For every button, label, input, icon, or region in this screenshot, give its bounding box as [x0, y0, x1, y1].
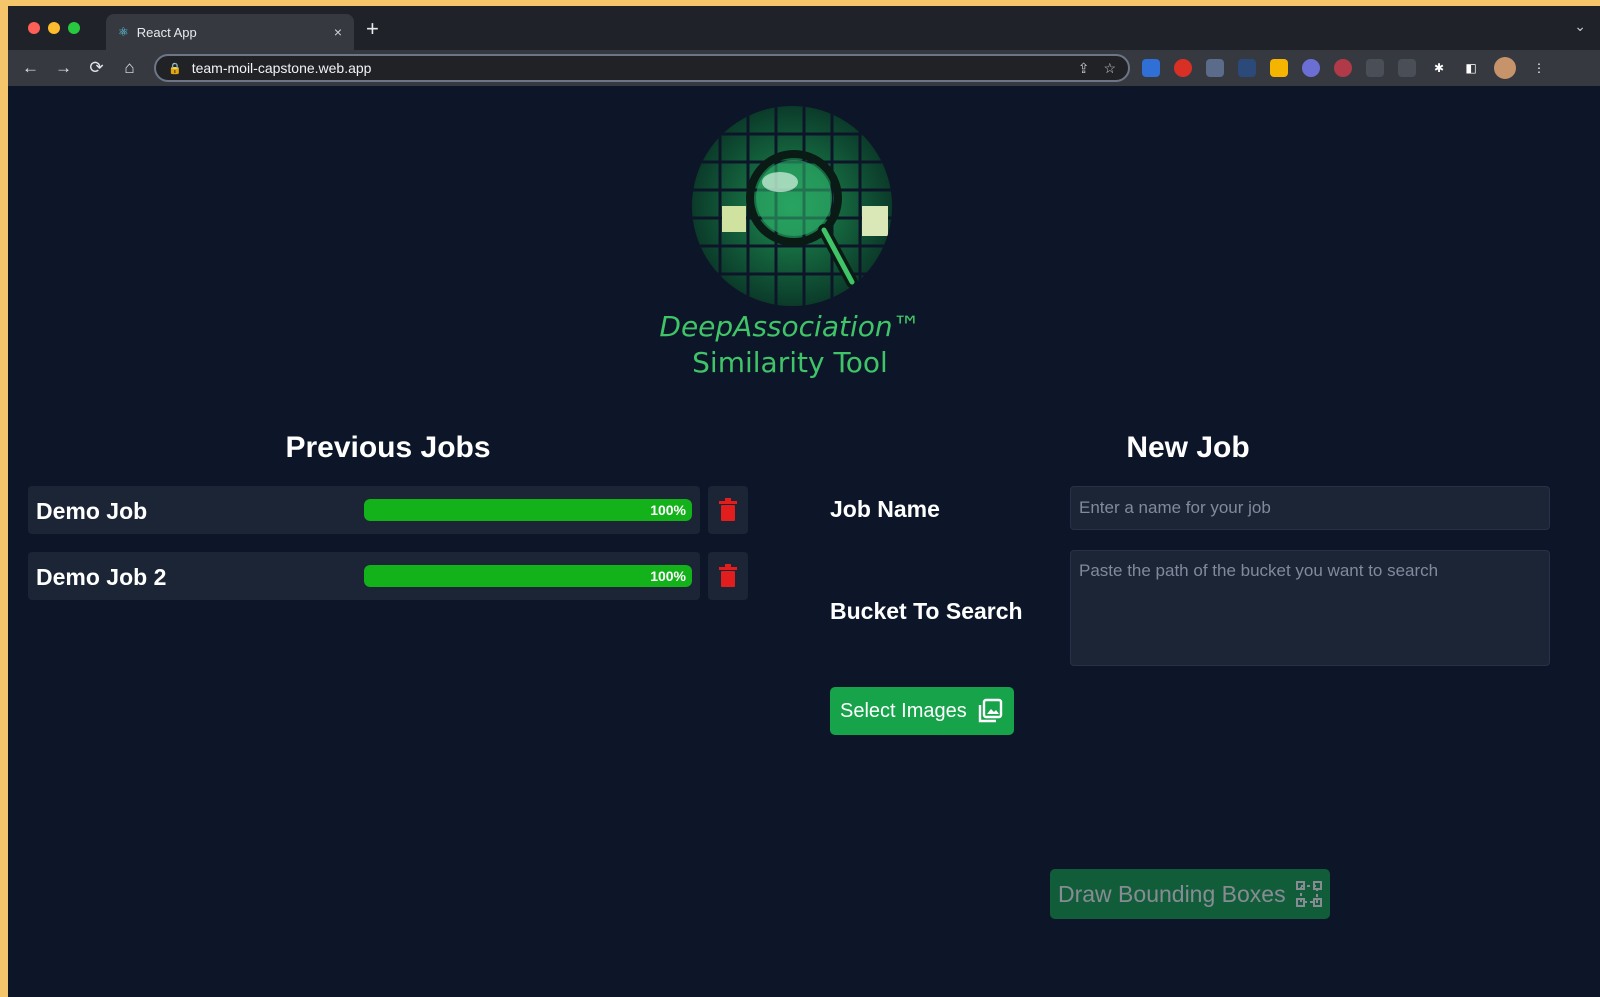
puzzle-icon[interactable]: ✱	[1430, 59, 1448, 77]
job-name-input[interactable]	[1070, 486, 1550, 530]
extension-icon[interactable]	[1142, 59, 1160, 77]
delete-job-button[interactable]	[708, 486, 748, 534]
forward-button[interactable]: →	[47, 58, 80, 78]
extension-icon[interactable]	[1174, 59, 1192, 77]
app-page: DeepAssociation™ Similarity Tool Previou…	[8, 86, 1600, 997]
extension-icon[interactable]	[1398, 59, 1416, 77]
tab-title: React App	[136, 24, 197, 40]
draw-bounding-boxes-button[interactable]: Draw Bounding Boxes	[1050, 869, 1330, 919]
new-tab-button[interactable]: +	[366, 16, 379, 42]
bucket-label: Bucket To Search	[830, 598, 1023, 624]
sidepanel-icon[interactable]: ◧	[1462, 59, 1480, 77]
job-name: Demo Job 2	[36, 564, 167, 590]
url-text[interactable]: team-moil-capstone.web.app	[192, 60, 1064, 76]
trash-icon	[719, 564, 737, 587]
extensions-bar: ✱ ◧ ⋮	[1142, 50, 1548, 86]
tab-search-icon[interactable]: ⌄	[1574, 18, 1586, 35]
job-row[interactable]: Demo Job 100%	[28, 486, 700, 534]
brand-name: DeepAssociation™	[659, 310, 921, 343]
extension-icon[interactable]	[1366, 59, 1384, 77]
browser-tab[interactable]: ⚛ React App ×	[106, 14, 354, 50]
delete-job-button[interactable]	[708, 552, 748, 600]
extension-icon[interactable]	[1334, 59, 1352, 77]
back-button[interactable]: ←	[14, 58, 47, 78]
extension-icon[interactable]	[1270, 59, 1288, 77]
job-progress-fill: 100%	[364, 565, 692, 587]
share-icon[interactable]: ⇪	[1078, 60, 1090, 77]
magnifier-mosaic-icon	[692, 106, 892, 306]
job-name: Demo Job	[36, 498, 148, 524]
job-progress-label: 100%	[650, 568, 686, 584]
maximize-window-button[interactable]	[68, 22, 80, 34]
address-bar[interactable]: 🔒 team-moil-capstone.web.app ⇪ ☆	[154, 54, 1130, 82]
app-logo	[692, 106, 892, 306]
reload-button[interactable]: ⟳	[80, 58, 113, 78]
new-job-title: New Job	[1126, 431, 1250, 464]
extension-icon[interactable]	[1302, 59, 1320, 77]
trash-icon	[719, 498, 737, 521]
bucket-path-input[interactable]	[1070, 550, 1550, 666]
browser-toolbar: ← → ⟳ ⌂ 🔒 team-moil-capstone.web.app ⇪ ☆…	[8, 50, 1600, 86]
bounding-box-icon	[1295, 881, 1322, 907]
job-progress-fill: 100%	[364, 499, 692, 521]
home-button[interactable]: ⌂	[113, 58, 146, 78]
app-subtitle: Similarity Tool	[692, 346, 888, 379]
job-name-label: Job Name	[830, 496, 940, 522]
extension-icon[interactable]	[1206, 59, 1224, 77]
browser-window: ⚛ React App × + ⌄ ← → ⟳ ⌂ 🔒 team-moil-ca…	[8, 6, 1600, 997]
image-gallery-icon	[978, 698, 1002, 723]
react-icon: ⚛	[118, 25, 129, 39]
select-images-label: Select Images	[840, 699, 967, 722]
extension-icon[interactable]	[1238, 59, 1256, 77]
bookmark-star-icon[interactable]: ☆	[1103, 60, 1116, 77]
close-window-button[interactable]	[28, 22, 40, 34]
draw-bounding-boxes-label: Draw Bounding Boxes	[1058, 880, 1286, 907]
job-progress-bar: 100%	[364, 565, 692, 587]
browser-menu-icon[interactable]: ⋮	[1530, 59, 1548, 77]
select-images-button[interactable]: Select Images	[830, 687, 1014, 735]
job-progress-label: 100%	[650, 502, 686, 518]
profile-avatar[interactable]	[1494, 57, 1516, 79]
job-progress-bar: 100%	[364, 499, 692, 521]
minimize-window-button[interactable]	[48, 22, 60, 34]
lock-icon[interactable]: 🔒	[168, 62, 182, 75]
tab-strip: ⚛ React App × + ⌄	[8, 6, 1600, 50]
tab-close-icon[interactable]: ×	[334, 24, 342, 40]
previous-jobs-title: Previous Jobs	[285, 431, 491, 464]
job-row[interactable]: Demo Job 2 100%	[28, 552, 700, 600]
